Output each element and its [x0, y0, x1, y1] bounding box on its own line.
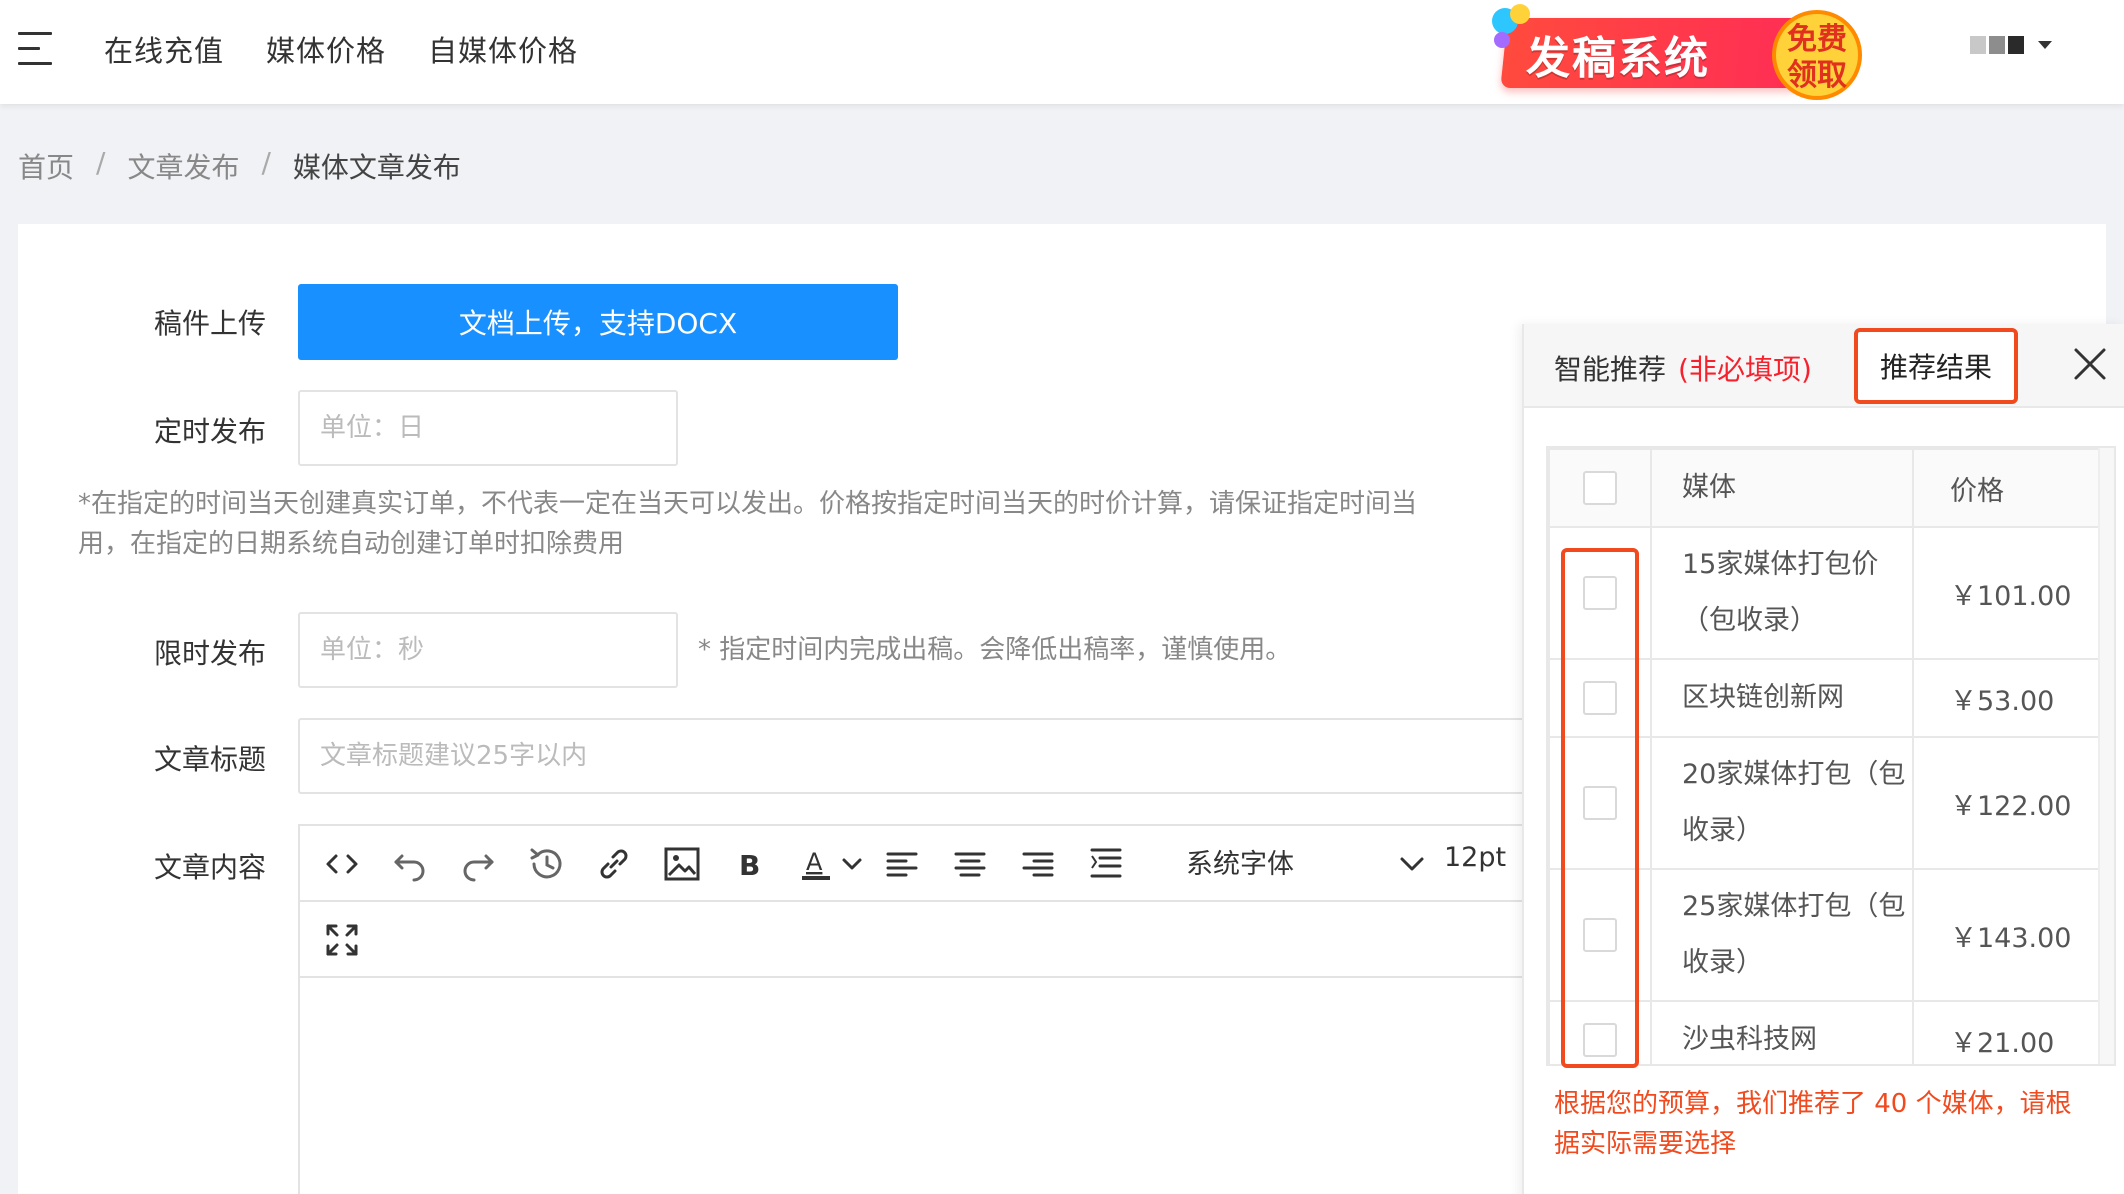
media-price: ￥122.00 [1912, 736, 2102, 870]
breadcrumb-current: 媒体文章发布 [292, 151, 461, 184]
align-right-icon[interactable] [1018, 844, 1058, 884]
redo-icon[interactable] [458, 844, 498, 884]
svg-text:A: A [806, 848, 823, 876]
row-checkbox[interactable] [1583, 681, 1617, 715]
table-row: 25家媒体打包（包收录） ￥143.00 [1548, 868, 2102, 1002]
media-name: 15家媒体打包价（包收录） [1650, 526, 1914, 660]
limit-seconds-input[interactable] [298, 612, 678, 688]
recommendation-panel: 智能推荐 (非必填项) 推荐结果 媒体 价格 15家媒体打包价（包收录） ￥101… [1522, 324, 2124, 1194]
undo-icon[interactable] [390, 844, 430, 884]
table-row: 15家媒体打包价（包收录） ￥101.00 [1548, 526, 2102, 660]
table-row: 区块链创新网 ￥53.00 [1548, 658, 2102, 738]
upload-docx-button[interactable]: 文档上传，支持DOCX [298, 284, 898, 360]
title-label: 文章标题 [154, 743, 267, 776]
row-checkbox[interactable] [1583, 576, 1617, 610]
nav-self-media-price[interactable]: 自媒体价格 [428, 28, 578, 70]
price-column-header: 价格 [1912, 448, 2102, 528]
media-price: ￥143.00 [1912, 868, 2102, 1002]
nav-media-price[interactable]: 媒体价格 [266, 28, 386, 70]
schedule-label: 定时发布 [154, 415, 267, 448]
limit-note: * 指定时间内完成出稿。会降低出稿率，谨慎使用。 [698, 635, 1292, 665]
nav-online-recharge[interactable]: 在线充值 [104, 28, 224, 70]
media-table-container[interactable]: 媒体 价格 15家媒体打包价（包收录） ￥101.00 区块链创新网 ￥53.0… [1546, 446, 2116, 1066]
limit-label: 限时发布 [154, 637, 267, 670]
promo-badge-line1: 免费 [1787, 22, 1847, 57]
editor-content-area[interactable] [300, 978, 1558, 1194]
breadcrumb: 首页 / 文章发布 / 媒体文章发布 [18, 146, 461, 186]
tab-smart-label: 智能推荐 [1554, 353, 1667, 386]
code-view-icon[interactable] [322, 844, 362, 884]
recommend-message: 根据您的预算，我们推荐了 40 个媒体，请根据实际需要选择 [1554, 1089, 2072, 1159]
svg-text:B: B [739, 849, 760, 882]
table-row: 沙虫科技网 ￥21.00 [1548, 1000, 2102, 1064]
promo-badge-line2: 领取 [1787, 58, 1847, 93]
font-family-chevron-icon[interactable] [1394, 846, 1430, 882]
align-left-icon[interactable] [882, 844, 922, 884]
content-label: 文章内容 [154, 851, 267, 884]
table-scrollbar[interactable] [2098, 448, 2114, 1064]
line-height-icon[interactable] [1086, 844, 1126, 884]
schedule-note-line1: *在指定的时间当天创建真实订单，不代表一定在当天可以发出。价格按指定时间当天的时… [78, 489, 1418, 519]
breadcrumb-article-publish[interactable]: 文章发布 [127, 146, 239, 186]
close-icon[interactable] [2070, 344, 2110, 384]
align-center-icon[interactable] [950, 844, 990, 884]
upload-label: 稿件上传 [154, 307, 267, 340]
breadcrumb-home[interactable]: 首页 [18, 146, 74, 186]
promo-banner[interactable]: 发稿系统 免费 领取 [1488, 4, 1878, 102]
media-name: 沙虫科技网 [1650, 1000, 1914, 1064]
media-name: 25家媒体打包（包收录） [1650, 868, 1914, 1002]
table-row: 20家媒体打包（包收录） ￥122.00 [1548, 736, 2102, 870]
media-name: 20家媒体打包（包收录） [1650, 736, 1914, 870]
media-table: 媒体 价格 15家媒体打包价（包收录） ￥101.00 区块链创新网 ￥53.0… [1548, 448, 2102, 1064]
tab-smart-recommend[interactable]: 智能推荐 (非必填项) [1554, 348, 1812, 388]
schedule-note: *在指定的时间当天创建真实订单，不代表一定在当天可以发出。价格按指定时间当天的时… [78, 484, 1518, 564]
media-price: ￥21.00 [1912, 1000, 2102, 1064]
history-icon[interactable] [526, 844, 566, 884]
media-price: ￥53.00 [1912, 658, 2102, 738]
rich-text-editor: B A 系统字体 12pt [298, 824, 1558, 1194]
tab-recommend-result[interactable]: 推荐结果 [1854, 328, 2018, 404]
editor-toolbar-row2 [300, 902, 1558, 978]
schedule-days-input[interactable] [298, 390, 678, 466]
font-size-select[interactable]: 12pt [1444, 842, 1506, 873]
row-checkbox[interactable] [1583, 918, 1617, 952]
media-price: ￥101.00 [1912, 526, 2102, 660]
media-column-header: 媒体 [1650, 448, 1914, 528]
panel-tabs: 智能推荐 (非必填项) 推荐结果 [1524, 324, 2124, 408]
select-all-checkbox[interactable] [1583, 471, 1617, 505]
fullscreen-icon[interactable] [322, 920, 362, 960]
editor-toolbar-row1: B A 系统字体 12pt [300, 826, 1558, 902]
media-name: 区块链创新网 [1650, 658, 1914, 738]
promo-badge: 免费 领取 [1772, 10, 1862, 100]
chevron-down-icon [2038, 41, 2052, 49]
breadcrumb-separator: / [261, 146, 271, 179]
avatar [1970, 36, 2024, 54]
link-icon[interactable] [594, 844, 634, 884]
top-bar: 在线充值 媒体价格 自媒体价格 发稿系统 免费 领取 [0, 0, 2124, 104]
schedule-note-line2: 用，在指定的日期系统自动创建订单时扣除费用 [78, 529, 625, 559]
image-icon[interactable] [662, 844, 702, 884]
menu-toggle-icon[interactable] [18, 30, 52, 66]
font-color-icon[interactable]: A [796, 844, 836, 884]
top-nav: 在线充值 媒体价格 自媒体价格 [104, 28, 578, 70]
tab-optional-note: (非必填项) [1678, 353, 1812, 386]
row-checkbox[interactable] [1583, 1023, 1617, 1057]
promo-text: 发稿系统 [1526, 33, 1710, 84]
article-title-input[interactable] [298, 718, 1560, 794]
font-family-select[interactable]: 系统字体 [1186, 842, 1294, 881]
breadcrumb-separator: / [96, 146, 106, 179]
row-checkbox[interactable] [1583, 786, 1617, 820]
bold-icon[interactable]: B [730, 844, 770, 884]
user-menu[interactable] [1970, 36, 2052, 54]
font-color-chevron-icon[interactable] [838, 844, 866, 884]
